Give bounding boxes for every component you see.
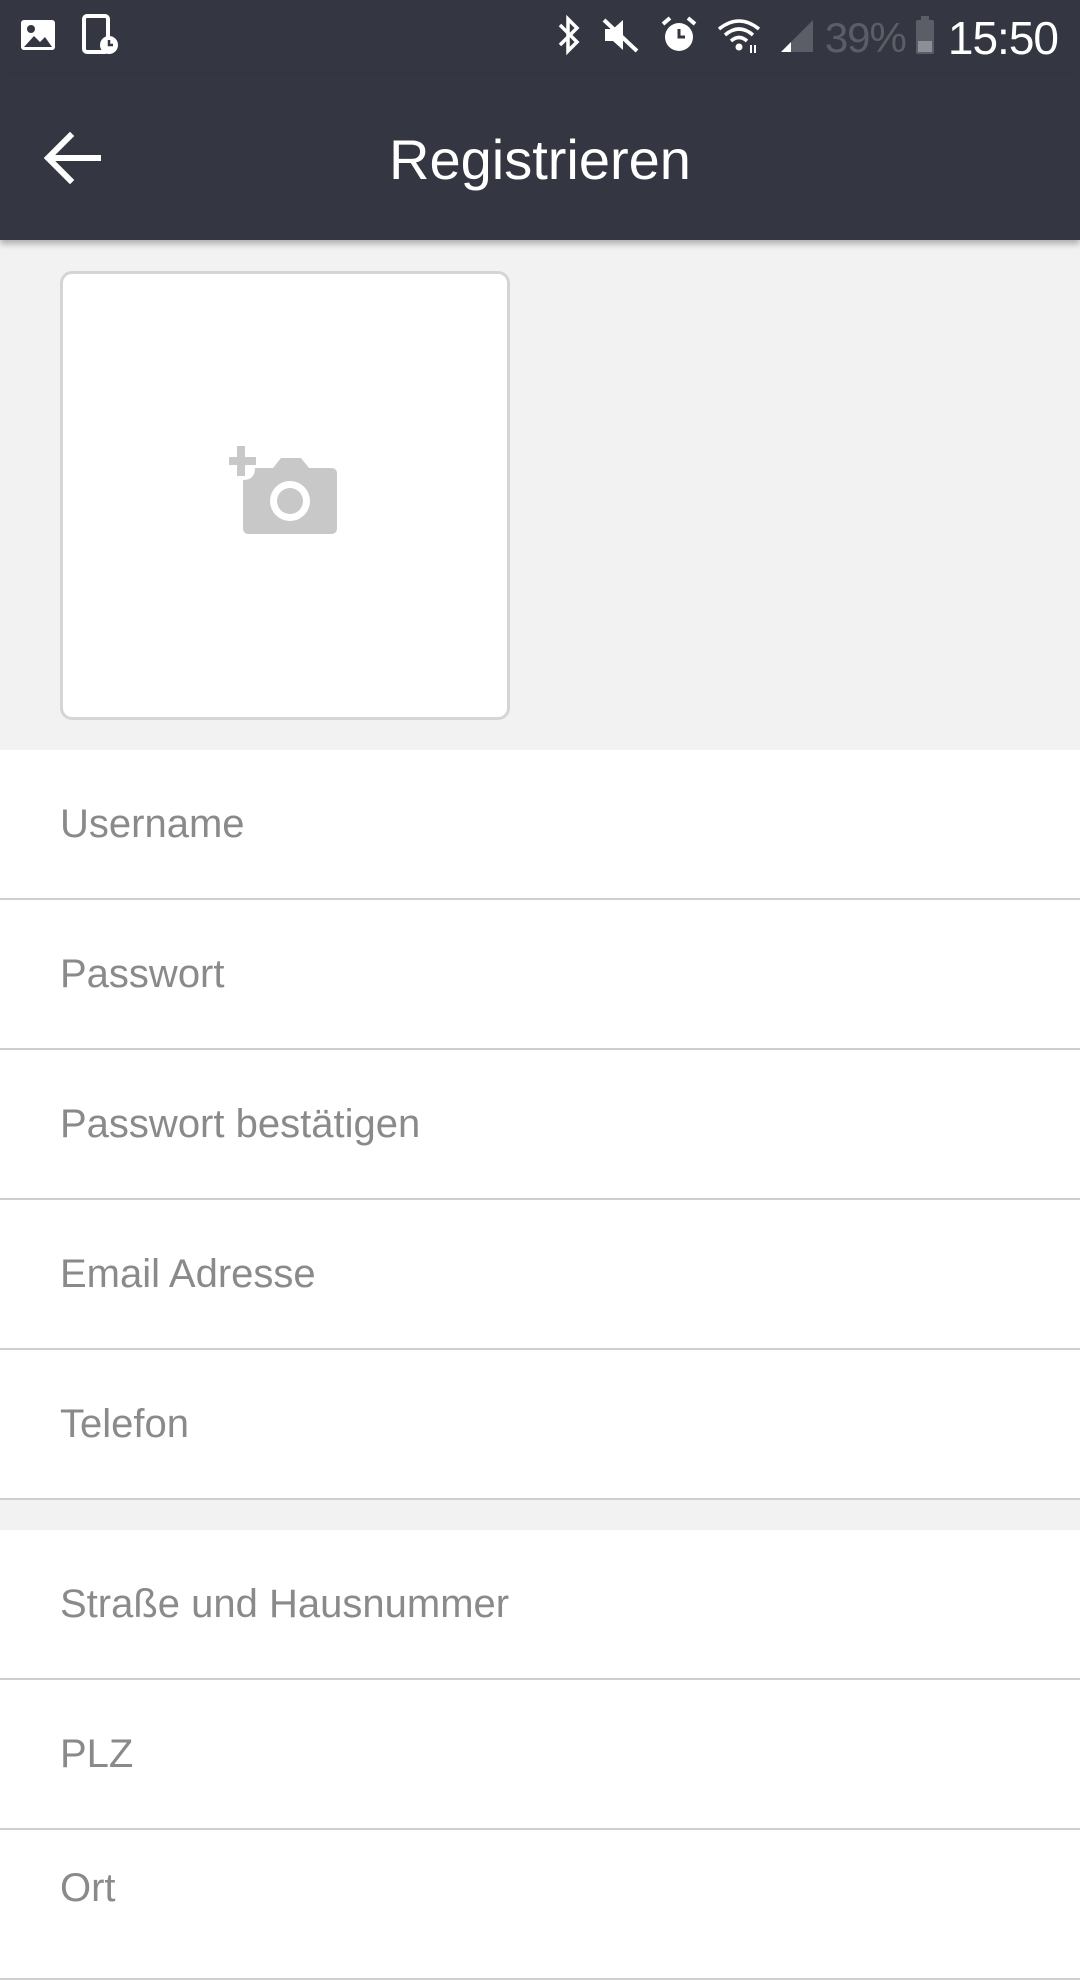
password-field bbox=[0, 900, 1080, 1050]
screenshot-icon bbox=[80, 13, 120, 62]
wifi-icon bbox=[717, 15, 761, 60]
signal-icon bbox=[779, 16, 815, 59]
clock: 15:50 bbox=[947, 11, 1059, 64]
street-input[interactable] bbox=[60, 1530, 1040, 1678]
battery-percent: 39% bbox=[824, 13, 907, 61]
alarm-icon bbox=[659, 15, 699, 60]
password-input[interactable] bbox=[60, 900, 1040, 1048]
confirm-password-input[interactable] bbox=[60, 1050, 1040, 1198]
phone-field bbox=[0, 1350, 1080, 1500]
battery-icon bbox=[914, 15, 936, 60]
status-left bbox=[18, 13, 142, 62]
email-input[interactable] bbox=[60, 1200, 1040, 1348]
app-bar: Registrieren bbox=[0, 75, 1080, 240]
username-field bbox=[0, 750, 1080, 900]
city-field bbox=[0, 1814, 1080, 1980]
mute-icon bbox=[601, 15, 641, 60]
postal-code-input[interactable] bbox=[60, 1680, 1040, 1828]
phone-input[interactable] bbox=[60, 1350, 1040, 1498]
page-title: Registrieren bbox=[389, 128, 691, 191]
section-divider bbox=[0, 1500, 1080, 1530]
confirm-password-field bbox=[0, 1050, 1080, 1200]
city-input[interactable] bbox=[60, 1814, 1040, 1962]
username-input[interactable] bbox=[60, 750, 1040, 898]
street-field bbox=[0, 1530, 1080, 1680]
postal-code-field bbox=[0, 1680, 1080, 1830]
email-field bbox=[0, 1200, 1080, 1350]
status-right: 39% 15:50 bbox=[537, 11, 1059, 65]
bluetooth-icon bbox=[555, 14, 583, 61]
add-photo-icon bbox=[229, 446, 337, 534]
add-photo-button[interactable] bbox=[60, 271, 510, 720]
photo-section bbox=[0, 240, 1080, 750]
image-icon bbox=[18, 15, 58, 60]
status-bar: 39% 15:50 bbox=[0, 0, 1080, 75]
